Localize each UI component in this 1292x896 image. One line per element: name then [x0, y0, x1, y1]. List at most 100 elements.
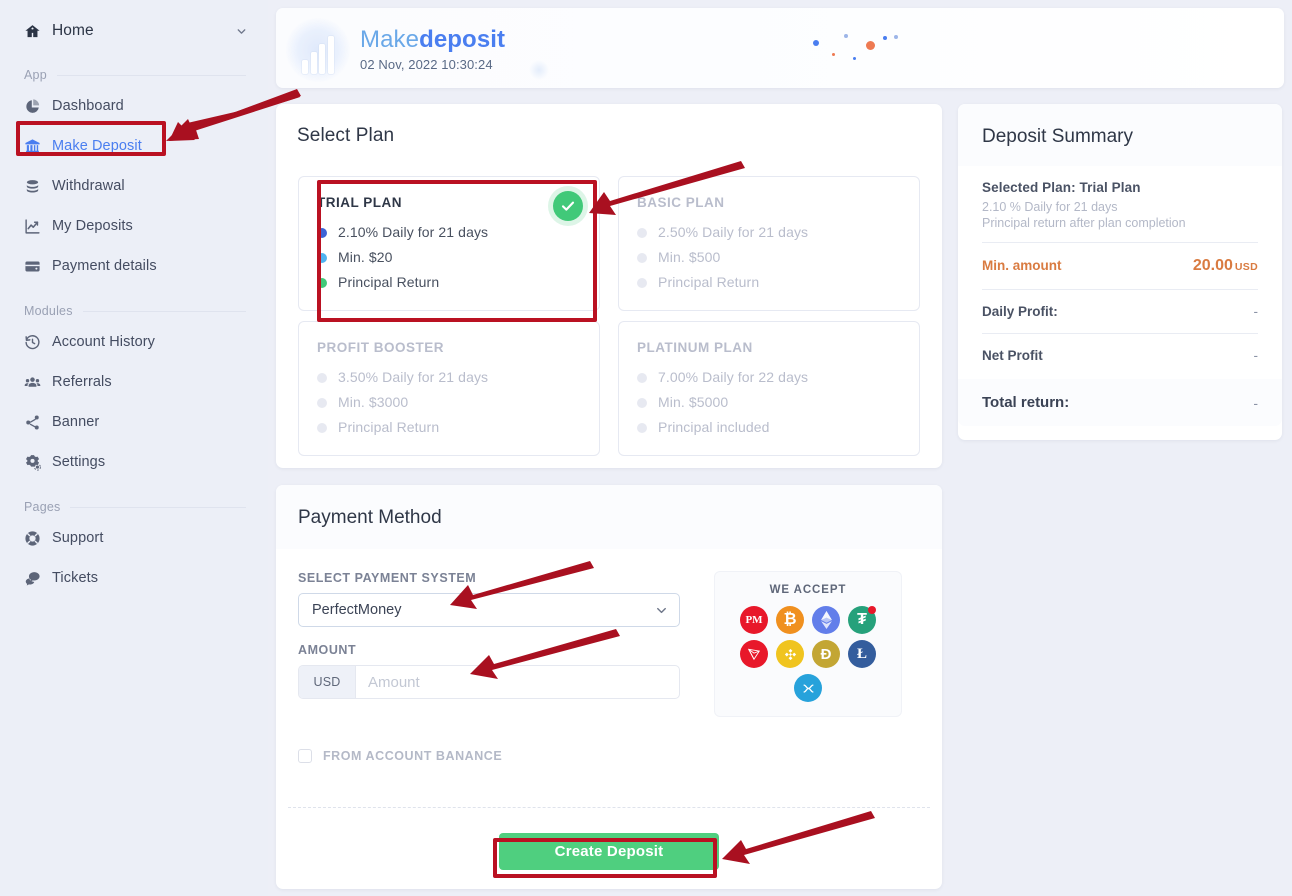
- sidebar-item-dashboard[interactable]: Dashboard: [24, 90, 248, 122]
- tron-icon: [740, 640, 768, 668]
- select-plan-header: Select Plan: [276, 104, 942, 147]
- lifebuoy-icon: [24, 530, 52, 547]
- tether-icon: ₮: [848, 606, 876, 634]
- plan-feature: Min. $500: [637, 245, 901, 270]
- we-accept-title: WE ACCEPT: [769, 584, 847, 596]
- payment-method-card: Payment Method SELECT PAYMENT SYSTEM Per…: [276, 485, 942, 889]
- divider: [82, 310, 246, 312]
- plan-feature: Principal Return: [317, 270, 581, 295]
- form-divider: [288, 807, 930, 808]
- submit-row: Create Deposit: [276, 833, 942, 870]
- summary-total-return: Total return: -: [958, 379, 1282, 426]
- home-icon: [24, 23, 52, 40]
- bar-chart-logo-icon: [284, 18, 352, 82]
- plan-card-profit-booster[interactable]: PROFIT BOOSTER 3.50% Daily for 21 days M…: [298, 321, 600, 456]
- sidebar-item-label: Settings: [52, 454, 106, 470]
- plan-card-basic[interactable]: BASIC PLAN 2.50% Daily for 21 days Min. …: [618, 176, 920, 311]
- summary-plan-note: Principal return after plan completion: [982, 216, 1186, 230]
- sidebar: Home App Dashboard Make Deposit Withdraw…: [0, 0, 268, 896]
- pie-chart-icon: [24, 98, 52, 115]
- bullet-icon: [637, 252, 647, 263]
- payment-form-row: SELECT PAYMENT SYSTEM PerfectMoney AMOUN…: [276, 549, 942, 717]
- summary-total-key: Total return:: [982, 394, 1070, 411]
- decoration-dot: [813, 40, 819, 46]
- divider: [70, 506, 246, 508]
- bullet-icon: [317, 397, 327, 408]
- bullet-icon: [637, 227, 647, 238]
- from-account-balance-checkbox[interactable]: [298, 749, 312, 763]
- decoration-dot: [883, 36, 887, 40]
- bitcoin-icon: ₿: [776, 606, 804, 634]
- deposit-summary-heading: Deposit Summary: [982, 126, 1133, 147]
- chat-icon: [24, 570, 52, 587]
- plan-feature-text: Min. $5000: [658, 394, 729, 410]
- sidebar-item-banner[interactable]: Banner: [24, 406, 248, 438]
- binance-icon: [776, 640, 804, 668]
- sidebar-section-modules: Modules: [24, 304, 246, 318]
- sidebar-item-support[interactable]: Support: [24, 522, 248, 554]
- plan-feature-text: Min. $500: [658, 249, 721, 265]
- plan-features: 7.00% Daily for 22 days Min. $5000 Princ…: [637, 365, 901, 440]
- plan-card-trial[interactable]: TRIAL PLAN 2.10% Daily for 21 days Min. …: [298, 176, 600, 311]
- bullet-icon: [317, 277, 327, 288]
- plan-feature-text: 3.50% Daily for 21 days: [338, 369, 489, 385]
- from-account-balance-label: FROM ACCOUNT BANANCE: [323, 749, 503, 763]
- sidebar-item-payment-details[interactable]: Payment details: [24, 250, 248, 282]
- summary-row-value: 20.00 USD: [1193, 257, 1258, 275]
- select-plan-heading: Select Plan: [297, 125, 395, 146]
- summary-row-value: -: [1253, 348, 1259, 363]
- sidebar-item-settings[interactable]: Settings: [24, 446, 248, 478]
- sidebar-item-label: Make Deposit: [52, 138, 142, 154]
- sidebar-section-label: Pages: [24, 500, 61, 514]
- plan-name: BASIC PLAN: [637, 195, 725, 210]
- min-amount-value: 20.00: [1192, 257, 1233, 274]
- sidebar-section-pages: Pages: [24, 500, 246, 514]
- users-icon: [24, 374, 52, 391]
- sidebar-item-label: Banner: [52, 414, 100, 430]
- bullet-icon: [317, 422, 327, 433]
- decoration-dot: [832, 53, 835, 56]
- plan-card-platinum[interactable]: PLATINUM PLAN 7.00% Daily for 22 days Mi…: [618, 321, 920, 456]
- divider: [56, 74, 246, 76]
- sidebar-item-withdrawal[interactable]: Withdrawal: [24, 170, 248, 202]
- plan-feature: Min. $5000: [637, 390, 901, 415]
- select-payment-system-label: SELECT PAYMENT SYSTEM: [298, 571, 477, 585]
- plan-features: 2.10% Daily for 21 days Min. $20 Princip…: [317, 220, 581, 295]
- sidebar-item-label: Account History: [52, 334, 156, 350]
- sidebar-item-make-deposit[interactable]: Make Deposit: [24, 130, 248, 162]
- decoration-dot: [866, 41, 875, 50]
- sidebar-item-label: Dashboard: [52, 98, 124, 114]
- chevron-down-icon[interactable]: [235, 25, 248, 38]
- bullet-icon: [637, 372, 647, 383]
- plan-feature: 2.10% Daily for 21 days: [317, 220, 581, 245]
- plan-feature-text: 7.00% Daily for 22 days: [658, 369, 809, 385]
- amount-label: AMOUNT: [298, 643, 357, 657]
- share-icon: [24, 414, 52, 431]
- payment-method-header: Payment Method: [276, 485, 942, 549]
- bullet-icon: [637, 277, 647, 288]
- sidebar-item-tickets[interactable]: Tickets: [24, 562, 248, 594]
- amount-currency-prefix: USD: [299, 666, 356, 698]
- create-deposit-button[interactable]: Create Deposit: [499, 833, 719, 870]
- plan-name: PROFIT BOOSTER: [317, 340, 445, 355]
- main-content: Makedeposit 02 Nov, 2022 10:30:24 Select…: [268, 0, 1292, 896]
- ethereum-icon: [812, 606, 840, 634]
- sidebar-item-account-history[interactable]: Account History: [24, 326, 248, 358]
- plan-feature: Principal included: [637, 415, 901, 440]
- litecoin-icon: Ł: [848, 640, 876, 668]
- plan-name: TRIAL PLAN: [317, 195, 402, 210]
- decoration-dot: [894, 35, 898, 39]
- bullet-icon: [637, 397, 647, 408]
- payment-system-select[interactable]: PerfectMoney: [298, 593, 680, 627]
- plan-feature-text: Principal included: [658, 419, 770, 435]
- summary-row-value: -: [1253, 304, 1259, 319]
- page-title-light: Make: [360, 26, 420, 53]
- sidebar-item-my-deposits[interactable]: My Deposits: [24, 210, 248, 242]
- summary-row-key: Min. amount: [982, 258, 1062, 273]
- sidebar-item-home[interactable]: Home: [24, 16, 248, 46]
- amount-input[interactable]: [356, 666, 679, 698]
- plan-feature: Principal Return: [317, 415, 581, 440]
- dogecoin-icon: Ð: [812, 640, 840, 668]
- sidebar-item-referrals[interactable]: Referrals: [24, 366, 248, 398]
- perfectmoney-icon: PM: [740, 606, 768, 634]
